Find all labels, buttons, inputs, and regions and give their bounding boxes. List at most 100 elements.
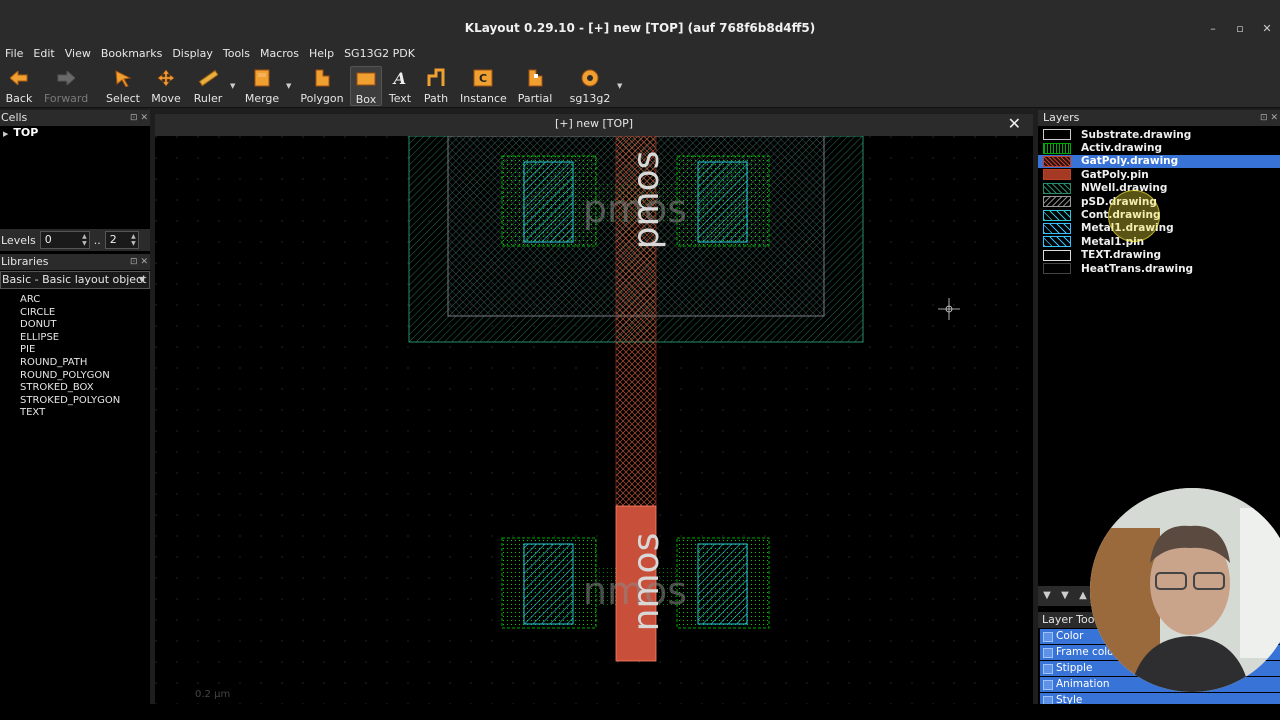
layer-item-gatpoly-pin[interactable]: GatPoly.pin [1038, 168, 1280, 181]
text-tool-button[interactable]: A Text [388, 66, 412, 106]
pmos-label-vertical: pmos [626, 151, 667, 250]
ruler-dropdown-icon[interactable]: ▼ [230, 82, 235, 90]
close-window-button[interactable]: ✕ [1258, 20, 1276, 38]
forward-arrow-icon [44, 66, 88, 90]
layer-item-metal1-pin[interactable]: Metal1.pin [1038, 235, 1280, 248]
merge-dropdown-icon[interactable]: ▼ [286, 82, 291, 90]
menu-tools[interactable]: Tools [218, 47, 255, 60]
menubar: File Edit View Bookmarks Display Tools M… [0, 44, 1280, 62]
layer-item-activ[interactable]: Activ.drawing [1038, 141, 1280, 154]
polygon-tool-button[interactable]: Polygon [300, 66, 344, 106]
cell-tree-item-top[interactable]: ▶ TOP [3, 126, 150, 139]
move-arrows-icon [150, 66, 182, 90]
library-item[interactable]: DONUT [20, 319, 150, 332]
layer-swatch [1043, 129, 1071, 141]
layer-item-nwell[interactable]: NWell.drawing [1038, 182, 1280, 195]
layer-swatch [1043, 236, 1071, 248]
layer-item-metal1-drawing[interactable]: Metal1.drawing [1038, 222, 1280, 235]
layers-panel-buttons[interactable]: ⊡ ✕ [1260, 110, 1278, 126]
layer-item-psd[interactable]: pSD.drawing [1038, 195, 1280, 208]
ruler-tool-button[interactable]: Ruler [192, 66, 224, 106]
layer-item-text[interactable]: TEXT.drawing [1038, 249, 1280, 262]
menu-edit[interactable]: Edit [28, 47, 59, 60]
layout-canvas[interactable]: pmos nmos pmos nmos [155, 136, 1033, 704]
libraries-panel-title: Libraries ⊡ ✕ [0, 254, 150, 270]
menu-bookmarks[interactable]: Bookmarks [96, 47, 167, 60]
levels-bar: Levels 0 ▲ ▼ .. 2 ▲ ▼ [0, 229, 150, 251]
select-pointer-icon [104, 66, 142, 90]
sg13g2-dropdown-icon[interactable]: ▼ [617, 82, 622, 90]
menu-view[interactable]: View [60, 47, 96, 60]
polygon-icon [300, 66, 344, 90]
window-titlebar: KLayout 0.29.10 - [+] new [TOP] (auf 768… [0, 0, 1280, 44]
box-tool-button[interactable]: Box [350, 66, 382, 106]
library-item[interactable]: CIRCLE [20, 307, 150, 320]
presenter-image [1090, 488, 1280, 692]
layer-swatch [1043, 155, 1071, 167]
layout-tab[interactable]: [+] new [TOP] ✕ [155, 114, 1033, 136]
library-item[interactable]: STROKED_BOX [20, 382, 150, 395]
move-down-alt-icon[interactable]: ▼ [1056, 586, 1074, 606]
menu-macros[interactable]: Macros [255, 47, 304, 60]
partial-tool-button[interactable]: Partial [516, 66, 554, 106]
menu-help[interactable]: Help [304, 47, 339, 60]
left-dock: Cells ⊡ ✕ ▶ TOP Levels 0 ▲ ▼ .. 2 ▲ ▼ Librari… [0, 110, 150, 704]
layer-swatch [1043, 222, 1071, 234]
layer-list: Substrate.drawing Activ.drawing GatPoly.… [1038, 126, 1280, 275]
levels-to-spinbox[interactable]: 2 ▲ ▼ [104, 231, 139, 249]
levels-from-spinbox[interactable]: 0 ▲ ▼ [39, 231, 90, 249]
library-item[interactable]: STROKED_POLYGON [20, 395, 150, 408]
minimize-button[interactable]: – [1204, 20, 1222, 38]
path-tool-button[interactable]: Path [422, 66, 450, 106]
library-item[interactable]: PIE [20, 344, 150, 357]
box-icon [351, 67, 381, 91]
layer-item-gatpoly-drawing[interactable]: GatPoly.drawing [1038, 154, 1280, 169]
text-a-icon: A [393, 68, 407, 88]
library-item[interactable]: ELLIPSE [20, 332, 150, 345]
layer-item-substrate[interactable]: Substrate.drawing [1038, 128, 1280, 141]
library-select[interactable]: Basic - Basic layout object ▼ [0, 271, 150, 289]
move-down-icon[interactable]: ▼ [1038, 586, 1056, 606]
layer-swatch [1043, 209, 1071, 221]
library-item[interactable]: TEXT [20, 407, 150, 420]
move-tool-button[interactable]: Move [150, 66, 182, 106]
close-tab-icon[interactable]: ✕ [1008, 114, 1021, 134]
layer-swatch [1043, 169, 1071, 181]
partial-edit-icon [516, 66, 554, 90]
layer-swatch [1043, 263, 1071, 275]
cells-tree[interactable]: ▶ TOP [0, 126, 150, 226]
forward-button[interactable]: Forward [44, 66, 88, 106]
window-title: KLayout 0.29.10 - [+] new [TOP] (auf 768… [464, 21, 816, 35]
main-toolbar: Back Forward Select Move Ruler ▼ Merge ▼… [0, 62, 1280, 108]
menu-file[interactable]: File [0, 47, 28, 60]
layout-view: [+] new [TOP] ✕ pmos nmos pmos nmos 0.2 … [155, 114, 1033, 704]
levels-label: Levels [1, 233, 36, 247]
instance-tool-button[interactable]: C Instance [460, 66, 507, 106]
ruler-icon [192, 66, 224, 90]
merge-icon [244, 66, 280, 90]
back-button[interactable]: Back [4, 66, 34, 106]
layer-swatch [1043, 142, 1071, 154]
layer-item-heattrans[interactable]: HeatTrans.drawing [1038, 262, 1280, 275]
instance-icon: C [460, 66, 506, 90]
merge-button[interactable]: Merge [244, 66, 280, 106]
levels-separator: .. [93, 233, 101, 247]
library-item[interactable]: ROUND_POLYGON [20, 370, 150, 383]
layer-toolbox-style[interactable]: Style [1040, 693, 1280, 706]
cells-panel-buttons[interactable]: ⊡ ✕ [130, 110, 148, 126]
library-item[interactable]: ARC [20, 294, 150, 307]
sg13g2-button[interactable]: sg13g2 [568, 66, 612, 106]
library-item[interactable]: ROUND_PATH [20, 357, 150, 370]
select-tool-button[interactable]: Select [104, 66, 142, 106]
back-arrow-icon [4, 66, 34, 90]
menu-display[interactable]: Display [167, 47, 218, 60]
gear-icon [568, 66, 612, 90]
layers-panel-title: Layers ⊡ ✕ [1038, 110, 1280, 126]
nmos-label-vertical: nmos [626, 533, 667, 632]
libraries-panel-buttons[interactable]: ⊡ ✕ [130, 254, 148, 270]
maximize-button[interactable]: ▫ [1231, 20, 1249, 38]
svg-text:C: C [479, 72, 487, 85]
expand-arrow-icon[interactable]: ▶ [3, 130, 8, 138]
path-icon [422, 66, 450, 90]
menu-sg13g2-pdk[interactable]: SG13G2 PDK [339, 47, 420, 60]
